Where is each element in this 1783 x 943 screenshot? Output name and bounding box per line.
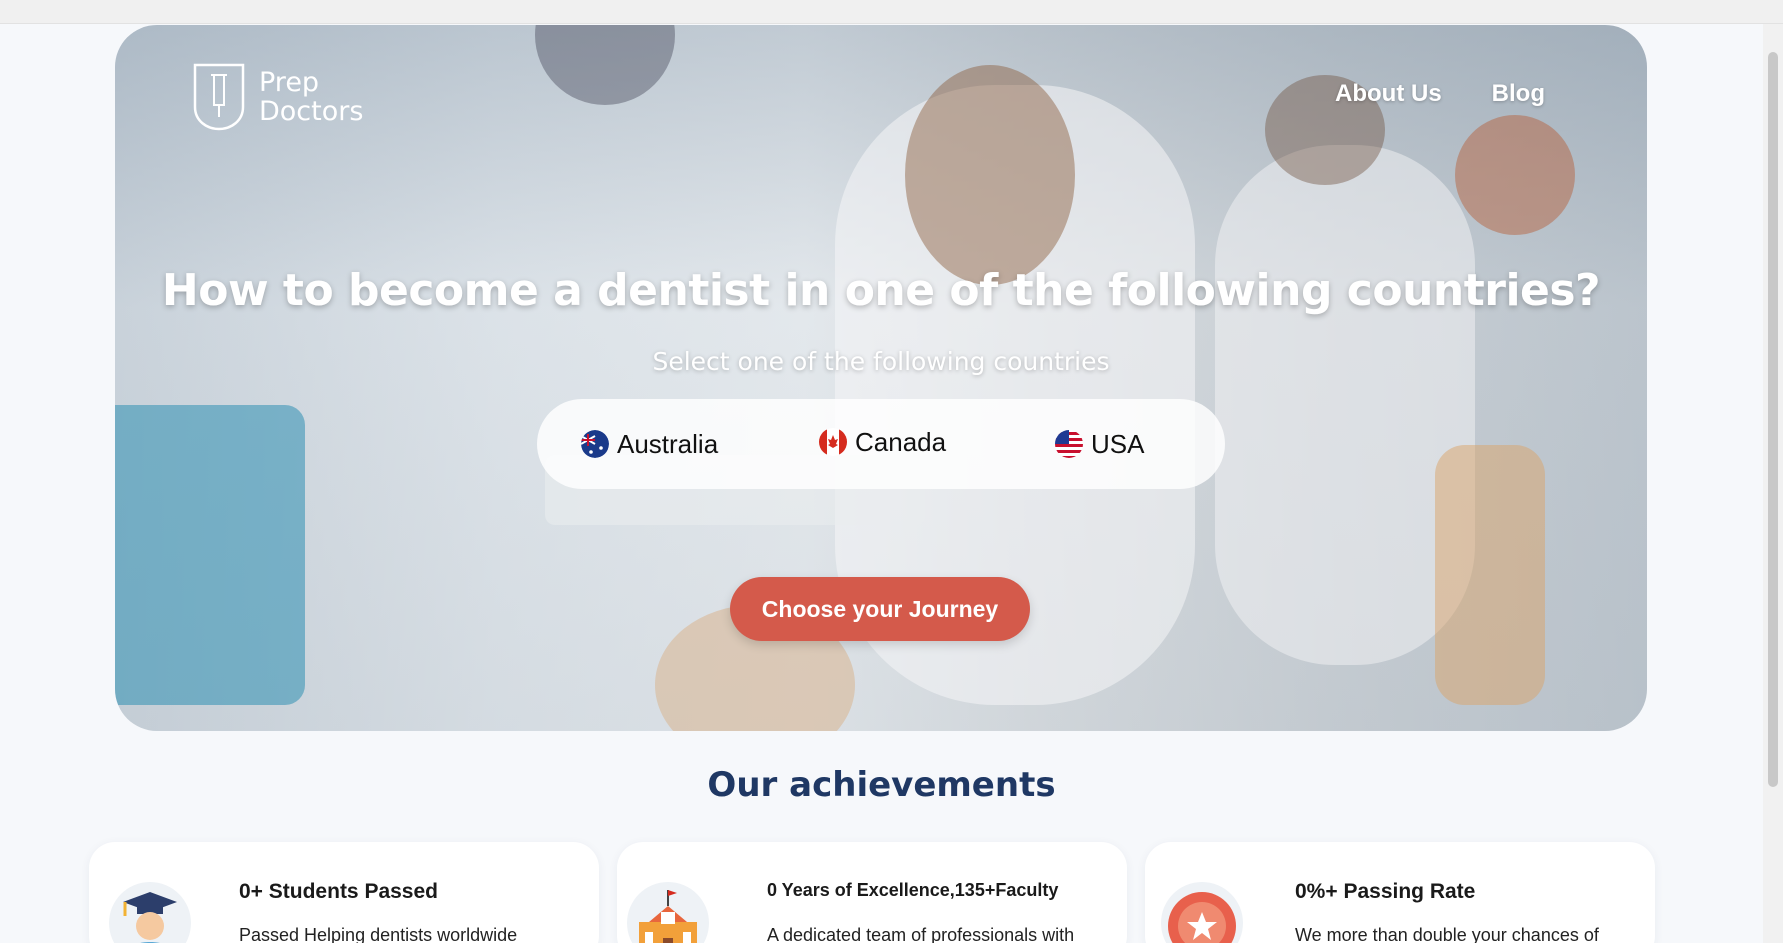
country-selector: Australia Canada USA: [537, 399, 1225, 489]
page-scrollbar[interactable]: [1763, 24, 1783, 943]
nav-about-us[interactable]: About Us: [1335, 80, 1442, 108]
country-option-canada[interactable]: Canada: [819, 397, 946, 487]
card-desc-passing-rate: We more than double your chances of: [1295, 925, 1599, 943]
canada-flag-icon: [819, 428, 847, 456]
card-title-students: 0+ Students Passed: [239, 880, 438, 903]
country-label-australia: Australia: [617, 428, 719, 459]
achievements-title: Our achievements: [707, 765, 1056, 805]
scrollbar-thumb[interactable]: [1768, 52, 1778, 787]
logo-text: Prep Doctors: [259, 68, 363, 126]
hero-banner: Prep Doctors About Us Blog How to become…: [115, 25, 1647, 731]
hero-subtitle: Select one of the following countries: [652, 347, 1110, 376]
hero-title: How to become a dentist in one of the fo…: [161, 265, 1601, 316]
school-building-icon: [627, 882, 709, 943]
country-option-australia[interactable]: Australia: [581, 399, 718, 489]
achievement-card-students: 0+ Students Passed Passed Helping dentis…: [89, 842, 599, 943]
top-nav: About Us Blog: [1335, 80, 1545, 108]
prep-doctors-logo[interactable]: Prep Doctors: [193, 63, 363, 131]
achievement-card-passing-rate: 0%+ Passing Rate We more than double you…: [1145, 842, 1655, 943]
shield-syringe-icon: [193, 63, 245, 131]
logo-line-1: Prep: [259, 67, 320, 98]
card-desc-students: Passed Helping dentists worldwide: [239, 925, 518, 943]
country-label-usa: USA: [1091, 428, 1145, 459]
country-label-canada: Canada: [855, 426, 947, 457]
award-badge-icon: [1161, 882, 1243, 943]
achievement-card-excellence: 0 Years of Excellence,135+Faculty A dedi…: [617, 842, 1127, 943]
logo-line-2: Doctors: [259, 96, 364, 127]
card-desc-excellence: A dedicated team of professionals with: [767, 925, 1075, 943]
country-option-usa[interactable]: USA: [1055, 399, 1144, 489]
browser-chrome: [0, 0, 1783, 24]
graduate-icon: [109, 882, 191, 943]
nav-blog[interactable]: Blog: [1492, 80, 1545, 108]
choose-journey-button[interactable]: Choose your Journey: [730, 577, 1030, 641]
card-title-excellence: 0 Years of Excellence,135+Faculty: [767, 880, 1059, 900]
australia-flag-icon: [581, 430, 609, 458]
card-title-passing-rate: 0%+ Passing Rate: [1295, 880, 1476, 903]
usa-flag-icon: [1055, 430, 1083, 458]
